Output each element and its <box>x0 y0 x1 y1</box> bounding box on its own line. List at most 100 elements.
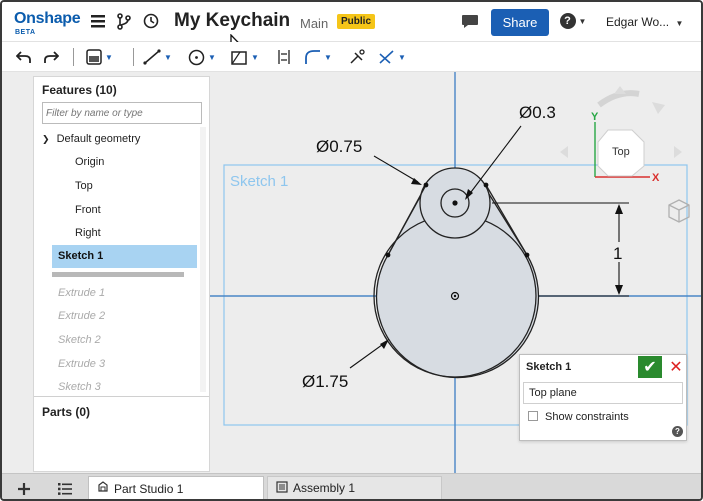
show-constraints-checkbox[interactable] <box>528 411 538 421</box>
checkmark-icon: ✔ <box>643 359 657 376</box>
x-axis-label: X <box>652 172 660 184</box>
tangent-point[interactable] <box>423 182 429 188</box>
leader-line <box>373 155 419 183</box>
sketch-dialog: Sketch 1 ✔ ✕ Top plane Show constraints … <box>519 354 687 441</box>
tab-part-studio-1[interactable]: Part Studio 1 <box>88 476 264 499</box>
dimension-arrow <box>615 204 623 214</box>
feature-item-sketch-3[interactable]: Sketch 3 <box>58 381 101 393</box>
chevron-down-icon: ▼ <box>398 52 406 62</box>
part-studio-icon <box>97 481 109 496</box>
help-menu[interactable]: ? ▼ <box>558 11 588 31</box>
dimension-arrow <box>615 285 623 295</box>
feature-list-scrollbar[interactable] <box>200 127 206 392</box>
chevron-down-icon: ▼ <box>324 52 332 62</box>
sketch-icon <box>86 49 102 65</box>
user-menu[interactable]: Edgar Wo... ▼ <box>606 15 683 29</box>
center-point[interactable] <box>452 200 458 206</box>
cube-view-icon[interactable] <box>668 199 690 223</box>
constraint-tool-button[interactable]: ▼ <box>378 47 406 67</box>
circle-icon <box>188 49 205 65</box>
dimension-vertical-distance[interactable]: 1 <box>613 244 622 263</box>
onshape-logo[interactable]: Onshape <box>14 10 81 28</box>
undo-icon[interactable] <box>14 47 32 67</box>
parts-divider <box>34 396 209 397</box>
add-tab-icon[interactable] <box>14 479 34 499</box>
branch-name[interactable]: Main <box>300 16 328 31</box>
sketch-plane-field[interactable]: Top plane <box>523 382 683 404</box>
tab-assembly-1[interactable]: Assembly 1 <box>267 476 442 499</box>
help-icon[interactable]: ? <box>672 426 683 437</box>
sketch-dialog-title: Sketch 1 <box>526 361 572 373</box>
chevron-down-icon: ▼ <box>578 16 587 26</box>
tab-list-icon[interactable] <box>55 479 75 499</box>
comment-icon[interactable] <box>459 11 481 31</box>
feature-item-origin[interactable]: Origin <box>75 156 104 168</box>
show-constraints-label[interactable]: Show constraints <box>545 411 629 423</box>
feature-item-front[interactable]: Front <box>75 204 101 216</box>
cancel-button[interactable]: ✕ <box>667 357 685 377</box>
chevron-down-icon: ▼ <box>675 19 684 28</box>
top-bar: Onshape BETA My Keychain Main Public Sha… <box>2 2 701 58</box>
view-rotate-arrow-icon[interactable] <box>652 102 665 114</box>
history-icon[interactable] <box>141 11 161 31</box>
feature-item-extrude-1[interactable]: Extrude 1 <box>58 287 105 299</box>
view-up-arrow-icon[interactable] <box>614 86 626 94</box>
help-icon: ? <box>559 13 576 29</box>
tangent-point[interactable] <box>524 252 530 258</box>
dimension-arrow <box>380 339 389 349</box>
toolbar-divider <box>73 48 74 66</box>
public-badge: Public <box>337 14 376 29</box>
tab-bar: Part Studio 1 Assembly 1 <box>2 473 701 499</box>
user-name: Edgar Wo... <box>606 15 670 29</box>
view-right-arrow-icon[interactable] <box>674 146 682 158</box>
redo-icon[interactable] <box>42 47 60 67</box>
feature-item-top[interactable]: Top <box>75 180 93 192</box>
feature-toolbar: ▼ ▼ ▼ ▼ ▼ ▼ <box>2 42 701 72</box>
dimension-tool-button[interactable] <box>275 47 293 67</box>
parts-header[interactable]: Parts (0) <box>42 405 90 419</box>
feature-item-right[interactable]: Right <box>75 227 101 239</box>
rectangle-tool-button[interactable]: ▼ <box>230 47 259 67</box>
share-button[interactable]: Share <box>491 9 549 36</box>
chevron-down-icon: ▼ <box>208 52 216 62</box>
feature-item-extrude-3[interactable]: Extrude 3 <box>58 358 105 370</box>
trim-icon <box>349 49 365 64</box>
onshape-window: Onshape BETA My Keychain Main Public Sha… <box>0 0 703 501</box>
rollback-bar[interactable] <box>52 272 184 277</box>
branch-icon[interactable] <box>114 11 134 31</box>
y-axis-label: Y <box>591 111 599 123</box>
tangent-point[interactable] <box>385 252 391 258</box>
sketch-tool-button[interactable]: ▼ <box>86 47 113 67</box>
dimension-large-diameter[interactable]: Ø1.75 <box>302 372 348 391</box>
line-tool-button[interactable]: ▼ <box>143 47 172 67</box>
feature-filter-input[interactable] <box>42 102 202 124</box>
tab-label: Part Studio 1 <box>114 481 184 496</box>
chevron-down-icon: ❯ <box>42 134 50 144</box>
origin-dot <box>453 294 457 298</box>
constraint-icon <box>379 50 394 64</box>
close-icon: ✕ <box>669 359 683 376</box>
document-title[interactable]: My Keychain <box>174 10 290 32</box>
view-rotate-arc[interactable] <box>597 90 640 108</box>
trim-tool-button[interactable] <box>348 47 366 67</box>
toolbar-divider <box>133 48 134 66</box>
fillet-tool-button[interactable]: ▼ <box>304 47 332 67</box>
tab-label: Assembly 1 <box>293 481 356 495</box>
leader-line <box>349 341 387 369</box>
feature-item-extrude-2[interactable]: Extrude 2 <box>58 310 105 322</box>
features-header: Features (10) <box>42 83 117 97</box>
view-cube-face-label: Top <box>612 146 630 158</box>
rectangle-icon <box>231 50 247 65</box>
tangent-point[interactable] <box>483 182 489 188</box>
view-left-arrow-icon[interactable] <box>560 146 568 158</box>
circle-tool-button[interactable]: ▼ <box>188 47 216 67</box>
hamburger-icon[interactable] <box>88 11 108 31</box>
feature-item-sketch-1-selected[interactable]: Sketch 1 <box>52 245 197 268</box>
chevron-down-icon: ▼ <box>251 52 259 62</box>
dimension-small-diameter[interactable]: Ø0.3 <box>519 103 556 122</box>
accept-button[interactable]: ✔ <box>638 356 662 378</box>
dimension-medium-diameter[interactable]: Ø0.75 <box>316 137 362 156</box>
default-geometry-group[interactable]: ❯ Default geometry <box>42 133 140 145</box>
logo-beta-label: BETA <box>15 29 36 36</box>
feature-item-sketch-2[interactable]: Sketch 2 <box>58 334 101 346</box>
